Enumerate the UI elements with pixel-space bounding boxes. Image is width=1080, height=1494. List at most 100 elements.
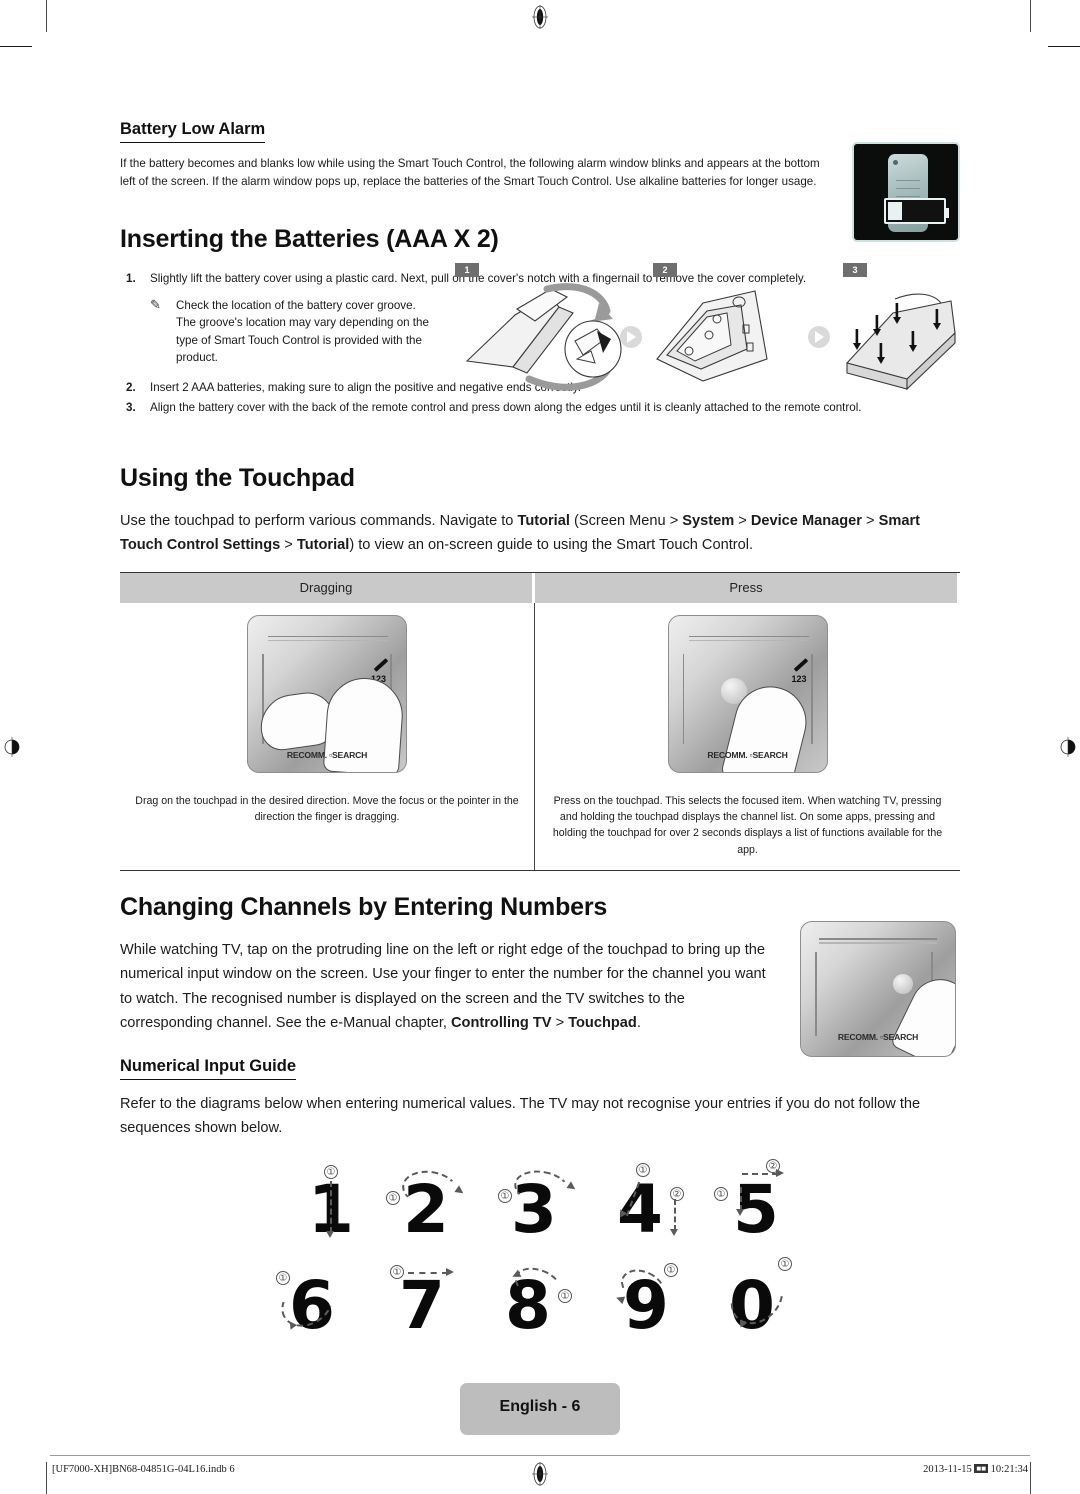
section-using-touchpad: Using the Touchpad Use the touchpad to p… (120, 464, 960, 872)
touchpad-recomm-search-label: RECOMM. ▫SEARCH (286, 749, 368, 760)
table-row: 123 RECOMM. ▫SEARCH Drag on the touchpad… (120, 602, 960, 871)
digit-glyph: 4 (617, 1170, 663, 1248)
battery-low-alarm-text-block: If the battery becomes and blanks low wh… (120, 155, 835, 191)
intro-part-tutorial-2: Tutorial (296, 537, 350, 554)
footer-rule (50, 1455, 1030, 1456)
touchpad-recomm-search-label: RECOMM. ▫SEARCH (707, 749, 788, 760)
using-touchpad-heading: Using the Touchpad (120, 464, 355, 493)
column-header-dragging: Dragging (120, 572, 535, 603)
stroke-order-marker: ① (714, 1186, 728, 1201)
digit-diagram-3: 3 ① (492, 1159, 588, 1249)
stroke-order-marker: ① (664, 1262, 678, 1277)
digit-diagram-0: 0 ① (712, 1255, 808, 1345)
section-battery-low-alarm: Battery Low Alarm If the battery becomes… (120, 120, 960, 242)
figure-badge-3: 3 (843, 262, 867, 277)
battery-steps-diagram (465, 283, 956, 391)
inserting-batteries-heading: Inserting the Batteries (AAA X 2) (120, 224, 499, 253)
battery-low-alarm-heading: Battery Low Alarm (120, 120, 266, 143)
page-number-badge: English - 6 (460, 1383, 620, 1435)
digit-diagram-8: 8 ① (492, 1255, 588, 1345)
table-header-row: Dragging Press (120, 572, 960, 603)
table-bottom-rule (120, 870, 960, 872)
step-number: 3. (126, 400, 136, 414)
registration-mark-bottom (532, 1462, 548, 1486)
intro-part: ) to view an on-screen guide to using th… (349, 537, 754, 554)
touchpad-gesture-table: Dragging Press 123 RECOMM. ▫SEARCH Drag … (120, 571, 960, 872)
intro-part: > (280, 537, 297, 554)
intro-part: > (861, 513, 879, 530)
stroke-order-marker: ① (636, 1162, 650, 1177)
stroke-order-marker: ① (324, 1164, 338, 1179)
pencil-note-icon: ✎ (150, 296, 161, 312)
figure-badge-2: 2 (653, 262, 677, 277)
intro-part-device-manager: Device Manager (750, 513, 862, 530)
using-touchpad-intro: Use the touchpad to perform various comm… (120, 509, 960, 557)
digit-diagram-9: 9 ① (602, 1255, 698, 1345)
body-part: While watching TV, tap on the protruding… (120, 942, 766, 1031)
digit-diagram-1: 1 ① (272, 1159, 368, 1249)
intro-part: > (734, 513, 751, 530)
touchpad-graphic-press: 123 RECOMM. ▫SEARCH (667, 614, 828, 773)
registration-mark-top (532, 5, 548, 29)
figure-badge-1: 1 (455, 262, 479, 277)
battery-installation-figure: 1 2 3 (455, 262, 960, 403)
footer-time: 10:21:34 (990, 1464, 1028, 1475)
body-part: . (636, 1014, 641, 1031)
crop-mark-left-top (0, 46, 32, 47)
note-text: Check the location of the battery cover … (176, 298, 429, 365)
body-part: > (551, 1014, 569, 1031)
intro-part-system: System (682, 513, 735, 530)
changing-channels-heading: Changing Channels by Entering Numbers (120, 893, 608, 922)
step-number: 1. (126, 271, 136, 285)
numerical-stroke-diagrams: 1 ① 2 ① 3 ① 4 ① ② 5 ① ② 6 ① 7 ① 8 ① 9 ① … (120, 1158, 960, 1345)
press-description: Press on the touchpad. This selects the … (552, 794, 943, 856)
registration-mark-left (4, 737, 20, 757)
numerical-input-guide-body: Refer to the diagrams below when enterin… (120, 1096, 921, 1137)
digit-diagram-6: 6 ① (272, 1255, 368, 1345)
stroke-order-marker: ① (390, 1264, 404, 1279)
intro-part: Use the touchpad to perform various comm… (120, 513, 518, 530)
table-cell-press: 123 RECOMM. ▫SEARCH Press on the touchpa… (535, 603, 960, 871)
body-part-controlling-tv: Controlling TV (451, 1014, 552, 1031)
low-battery-icon (884, 198, 949, 224)
crop-mark-right-top (1048, 46, 1080, 47)
footer-filename: [UF7000-XH]BN68-04851G-04L16.indb 6 (52, 1464, 235, 1475)
page-content: Battery Low Alarm If the battery becomes… (120, 120, 960, 1345)
touchpad-graphic-edge-tap: RECOMM. ▫SEARCH (800, 921, 956, 1058)
changing-channels-body: While watching TV, tap on the protruding… (120, 938, 780, 1035)
dragging-illustration: 123 RECOMM. ▫SEARCH (120, 603, 534, 785)
dragging-description: Drag on the touchpad in the desired dire… (135, 794, 519, 824)
battery-low-alarm-body: If the battery becomes and blanks low wh… (120, 157, 820, 188)
intro-part: (Screen Menu > (569, 513, 683, 530)
stroke-order-marker: ① (778, 1256, 792, 1271)
digit-diagram-5: 5 ① ② (712, 1158, 808, 1249)
digit-row-1: 1 ① 2 ① 3 ① 4 ① ② 5 ① ② (120, 1158, 960, 1249)
press-point-icon (893, 974, 913, 995)
crop-mark-top-left (46, 0, 47, 32)
changing-channels-text-block: While watching TV, tap on the protruding… (120, 938, 780, 1035)
changing-channels-thumbnail: RECOMM. ▫SEARCH (800, 921, 960, 1061)
section-changing-channels: Changing Channels by Entering Numbers Wh… (120, 893, 960, 1058)
registration-mark-right (1060, 737, 1076, 757)
section-inserting-batteries: Inserting the Batteries (AAA X 2) 1. Sli… (120, 225, 960, 416)
digit-diagram-7: 7 ① (382, 1255, 478, 1345)
stroke-order-marker: ① (276, 1270, 290, 1285)
stroke-order-marker: ① (386, 1190, 400, 1205)
digit-diagram-4: 4 ① ② (602, 1159, 698, 1249)
footer-date: 2013-11-15 (923, 1464, 972, 1475)
table-cell-dragging: 123 RECOMM. ▫SEARCH Drag on the touchpad… (120, 602, 535, 871)
numerical-input-guide-heading: Numerical Input Guide (120, 1057, 297, 1081)
stroke-order-marker: ① (498, 1188, 512, 1203)
crop-mark-top-right (1030, 0, 1031, 32)
step-number: 2. (126, 380, 136, 394)
section-numerical-input-guide: Numerical Input Guide Refer to the diagr… (120, 1057, 960, 1344)
digit-diagram-2: 2 ① (382, 1159, 478, 1249)
crop-mark-bottom-right (1030, 1462, 1031, 1494)
touchpad-recomm-search-label: RECOMM. ▫SEARCH (837, 1032, 919, 1043)
footer-marker-icon: ■■ (974, 1464, 989, 1473)
intro-part-tutorial: Tutorial (517, 513, 570, 530)
body-part-touchpad: Touchpad (568, 1014, 637, 1031)
press-illustration: 123 RECOMM. ▫SEARCH (535, 603, 960, 785)
digit-row-2: 6 ① 7 ① 8 ① 9 ① 0 ① (120, 1255, 960, 1345)
touchpad-graphic-dragging: 123 RECOMM. ▫SEARCH (247, 614, 407, 773)
